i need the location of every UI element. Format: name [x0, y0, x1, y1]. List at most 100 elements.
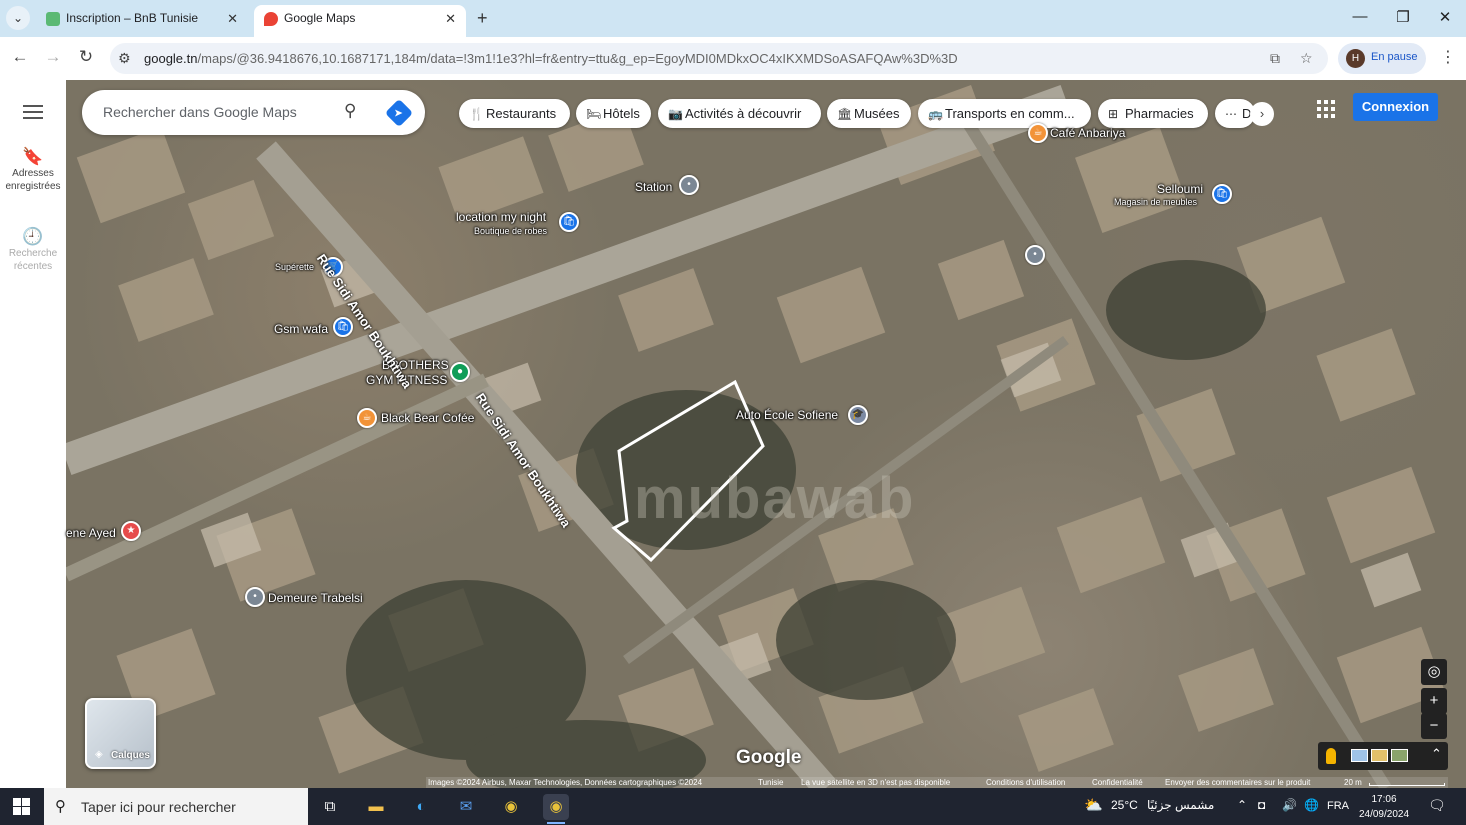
place-label[interactable]: Supérette [275, 262, 314, 272]
tab-search-button[interactable]: ⌄ [6, 6, 30, 30]
search-icon[interactable]: ⚲ [344, 101, 356, 121]
imagery-thumb[interactable] [1371, 749, 1388, 762]
fork-knife-icon: 🍴 [469, 107, 484, 121]
menu-icon[interactable] [23, 105, 43, 123]
cafe-pin-icon[interactable]: ☕ [357, 408, 377, 428]
bookmark-star-icon[interactable]: ☆ [1300, 50, 1313, 67]
attraction-pin-icon[interactable]: ★ [121, 521, 141, 541]
network-globe-icon[interactable]: 🌐 [1304, 798, 1319, 812]
imagery-thumb[interactable] [1351, 749, 1368, 762]
reload-icon[interactable]: ↻ [75, 47, 97, 67]
sign-in-button[interactable]: Connexion [1353, 93, 1438, 121]
imagery-thumb[interactable] [1391, 749, 1408, 762]
chip-restaurants[interactable]: 🍴 Restaurants [459, 99, 570, 128]
avatar: H [1346, 49, 1365, 68]
install-app-icon[interactable]: ⧉ [1270, 50, 1280, 67]
notifications-icon[interactable]: 🗨 [1428, 797, 1448, 815]
language-indicator[interactable]: FRA [1327, 800, 1349, 812]
url-text[interactable]: google.tn/maps/@36.9418676,10.1687171,18… [144, 51, 958, 66]
place-label[interactable]: Demeure Trabelsi [268, 591, 363, 605]
chip-museums[interactable]: 🏛 Musées [827, 99, 911, 128]
place-label[interactable]: Auto École Sofiene [736, 408, 838, 422]
taskbar-search[interactable]: ⚲ Taper ici pour rechercher [44, 788, 308, 825]
weather-icon[interactable]: ⛅ [1084, 796, 1103, 814]
google-apps-icon[interactable] [1317, 100, 1335, 118]
tab-google-maps[interactable]: Google Maps ✕ [254, 5, 466, 37]
back-arrow-icon[interactable]: ← [9, 47, 31, 67]
task-view-icon[interactable]: ⧉ [317, 794, 343, 820]
recent-searches-button[interactable]: 🕘 Recherche récentes [0, 228, 66, 273]
more-icon: ⋯ [1225, 107, 1237, 121]
saved-places-button[interactable]: 🔖 Adresses enregistrées [0, 148, 66, 193]
window-close-icon[interactable]: ✕ [1431, 8, 1459, 26]
chip-transit[interactable]: 🚌 Transports en comm... [918, 99, 1091, 128]
edge-icon[interactable]: ◐ [408, 794, 434, 820]
volume-icon[interactable]: 🔊 [1282, 798, 1297, 812]
scale-label[interactable]: 20 m [1344, 778, 1362, 787]
expand-up-icon[interactable]: ⌃ [1431, 746, 1442, 762]
satellite-imagery [66, 84, 1446, 788]
attribution-bar: Images ©2024 Airbus, Maxar Technologies,… [426, 777, 1448, 788]
shopping-pin-icon[interactable]: 🛍 [559, 212, 579, 232]
windows-taskbar: ⚲ Taper ici pour rechercher ⧉ ▬ ◐ ✉ ◉ ◉ … [0, 788, 1466, 825]
country-link[interactable]: Tunisie [758, 778, 784, 787]
place-label[interactable]: Black Bear Cofée [381, 411, 474, 425]
address-bar[interactable]: ⚙ google.tn/maps/@36.9418676,10.1687171,… [110, 43, 1328, 74]
browser-menu-icon[interactable]: ⋮ [1440, 47, 1456, 67]
minimize-icon[interactable]: — [1346, 8, 1374, 25]
place-label[interactable]: Station [635, 180, 672, 194]
chips-next-chevron-icon[interactable]: › [1250, 102, 1274, 126]
place-label[interactable]: location my night [456, 210, 546, 224]
street-view-bar[interactable]: ⌃ [1318, 742, 1448, 770]
forward-arrow-icon[interactable]: → [42, 47, 64, 67]
profile-button[interactable]: H En pause [1338, 43, 1426, 74]
place-label[interactable]: Café Anbariya [1050, 126, 1125, 140]
place-label[interactable]: ene Ayed [66, 526, 116, 540]
place-pin-icon[interactable]: • [245, 587, 265, 607]
school-pin-icon[interactable]: 🎓 [848, 405, 868, 425]
place-label[interactable]: Gsm wafa [274, 322, 328, 336]
clock-time: 17:06 [1371, 794, 1397, 805]
bed-icon: 🛏 [586, 107, 602, 121]
cafe-pin-icon[interactable]: ☕ [1028, 123, 1048, 143]
zoom-out-button[interactable]: − [1421, 713, 1447, 739]
station-pin-icon[interactable]: • [679, 175, 699, 195]
privacy-link[interactable]: Confidentialité [1092, 778, 1143, 787]
chip-pharmacies[interactable]: ⊞ Pharmacies [1098, 99, 1208, 128]
weather-temp[interactable]: 25°C [1111, 798, 1138, 812]
terms-link[interactable]: Conditions d'utilisation [986, 778, 1065, 787]
shopping-pin-icon[interactable]: 🛍 [333, 317, 353, 337]
shopping-pin-icon[interactable]: 🛍 [1212, 184, 1232, 204]
tray-app-icon[interactable]: ◘ [1258, 798, 1265, 812]
weather-desc[interactable]: مشمس جزئيًا [1147, 798, 1214, 812]
layers-button[interactable]: ◈ Calques [85, 698, 156, 769]
place-label[interactable]: Selloumi [1157, 182, 1203, 196]
chrome-active-icon[interactable]: ◉ [543, 794, 569, 824]
pegman-icon[interactable] [1326, 748, 1336, 764]
chip-activities[interactable]: 📷 Activités à découvrir [658, 99, 821, 128]
taskbar-search-input[interactable]: Taper ici pour rechercher [81, 799, 236, 815]
search-input[interactable]: Rechercher dans Google Maps [103, 104, 297, 120]
windows-start-icon[interactable] [13, 798, 30, 815]
my-location-icon[interactable]: ◎ [1421, 659, 1447, 685]
tab-inscription[interactable]: Inscription – BnB Tunisie ✕ [36, 5, 248, 37]
gym-pin-icon[interactable]: ● [450, 362, 470, 382]
maps-search-box[interactable]: Rechercher dans Google Maps ⚲ ➤ [82, 90, 425, 135]
system-clock[interactable]: 17:06 24/09/2024 [1353, 792, 1415, 822]
show-hidden-icons-chevron-icon[interactable]: ⌃ [1237, 798, 1247, 812]
satellite-map[interactable]: mubawab [66, 80, 1466, 788]
site-info-icon[interactable]: ⚙ [118, 50, 131, 67]
chrome-icon[interactable]: ◉ [498, 794, 524, 820]
new-tab-button[interactable]: + [477, 8, 488, 29]
zoom-in-button[interactable]: + [1421, 688, 1447, 714]
close-icon[interactable]: ✕ [445, 5, 456, 32]
chip-more[interactable]: ⋯ D [1215, 99, 1255, 128]
mail-icon[interactable]: ✉ [453, 794, 479, 820]
close-icon[interactable]: ✕ [227, 5, 238, 32]
directions-icon[interactable]: ➤ [384, 98, 414, 128]
place-pin-icon[interactable]: • [1025, 245, 1045, 265]
feedback-link[interactable]: Envoyer des commentaires sur le produit [1165, 778, 1310, 787]
chip-hotels[interactable]: 🛏 Hôtels [576, 99, 651, 128]
restore-icon[interactable]: ❐ [1389, 8, 1417, 26]
file-explorer-icon[interactable]: ▬ [363, 794, 389, 820]
